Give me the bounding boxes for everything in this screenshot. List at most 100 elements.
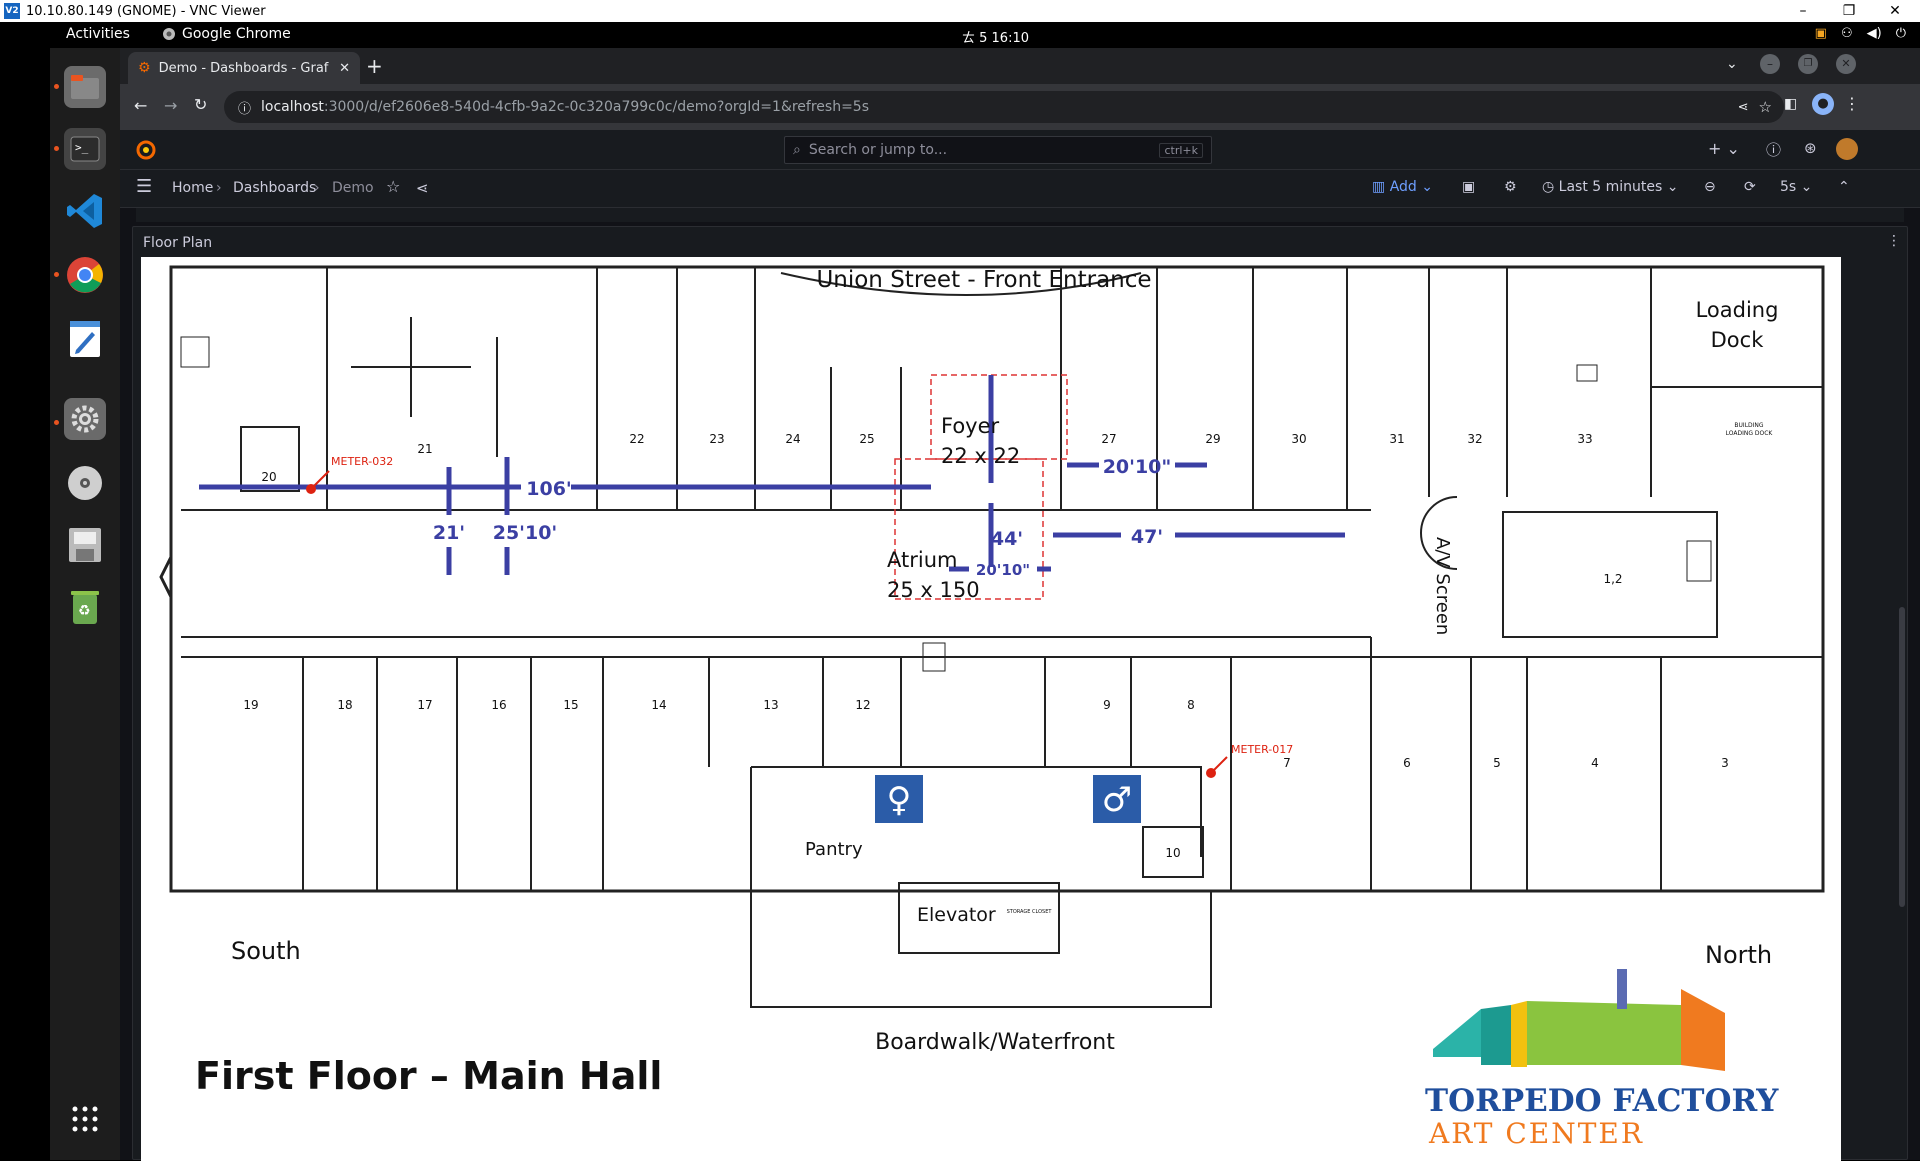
room-19: 19: [243, 698, 258, 712]
app-menu[interactable]: Google Chrome: [162, 26, 291, 42]
settings-icon[interactable]: [64, 398, 106, 440]
breadcrumb-separator-icon: ›: [314, 180, 320, 196]
forward-icon[interactable]: →: [164, 96, 177, 115]
search-icon: ⌕: [793, 142, 801, 158]
atrium-label: Atrium: [887, 548, 957, 572]
room-14: 14: [651, 698, 666, 712]
tab-close-icon[interactable]: ✕: [339, 61, 350, 76]
side-panel-icon[interactable]: ◧: [1784, 96, 1797, 112]
clock-icon: ◷: [1542, 179, 1559, 195]
window-restore-icon[interactable]: ❐: [1798, 54, 1818, 74]
panel-title: Floor Plan: [143, 235, 213, 251]
building-loading-dock-label-2: LOADING DOCK: [1726, 430, 1774, 437]
back-icon[interactable]: ←: [134, 96, 147, 115]
disc-icon[interactable]: [64, 462, 106, 504]
minimize-icon[interactable]: –: [1780, 0, 1826, 22]
vnc-logo-icon: V2: [4, 3, 20, 19]
gnome-top-bar: Activities Google Chrome ㄊ 5 16:10 ▣ ⚇ ◀…: [0, 22, 1920, 48]
floor-plan-panel: Floor Plan ⋮ ♀ ♂ Union Street - Front En…: [132, 226, 1908, 1161]
system-tray[interactable]: ▣ ⚇ ◀) ⏻: [1815, 26, 1906, 41]
building-loading-dock-label-1: BUILDING: [1734, 422, 1763, 429]
reload-icon[interactable]: ↻: [194, 95, 207, 114]
room-30: 30: [1291, 432, 1306, 446]
restore-icon[interactable]: ❐: [1826, 0, 1872, 22]
window-minimize-icon[interactable]: –: [1760, 54, 1780, 74]
text-editor-icon[interactable]: [64, 318, 106, 360]
time-range-picker[interactable]: ◷ Last 5 minutes ⌄: [1542, 179, 1679, 195]
vnc-window-title: 10.10.80.149 (GNOME) - VNC Viewer: [26, 3, 266, 19]
share-icon[interactable]: ⋖: [1738, 100, 1749, 115]
room-29: 29: [1205, 432, 1220, 446]
tab-demo-dashboard[interactable]: ⚙ Demo - Dashboards - Graf ✕: [128, 52, 360, 84]
bookmark-star-icon[interactable]: ☆: [1759, 98, 1772, 116]
running-indicator: [54, 84, 59, 89]
site-info-icon[interactable]: ⓘ: [238, 98, 251, 117]
news-feed-icon[interactable]: ⊛: [1804, 139, 1817, 157]
breadcrumb-dashboards[interactable]: Dashboards: [233, 180, 316, 196]
clock[interactable]: ㄊ 5 16:10: [962, 27, 1029, 46]
tab-title: Demo - Dashboards - Graf: [158, 60, 329, 76]
new-plus-icon[interactable]: + ⌄: [1708, 139, 1740, 158]
chrome-dock-icon[interactable]: [64, 254, 106, 296]
help-icon[interactable]: ⓘ: [1766, 139, 1781, 160]
breadcrumb-separator-icon: ›: [216, 180, 222, 196]
menu-icon[interactable]: ☰: [136, 176, 152, 197]
chrome-menu-icon[interactable]: ⋮: [1844, 94, 1860, 113]
files-icon[interactable]: [64, 66, 106, 108]
breadcrumb-home[interactable]: Home: [172, 180, 213, 196]
vnc-title-bar: V2 10.10.80.149 (GNOME) - VNC Viewer – ❐…: [0, 0, 1920, 22]
zoom-out-icon[interactable]: ⊖: [1704, 179, 1716, 195]
previous-panel-edge: [136, 208, 1904, 222]
room-24: 24: [785, 432, 800, 446]
grafana-logo-icon[interactable]: [136, 140, 156, 160]
activities-button[interactable]: Activities: [66, 26, 130, 42]
search-input[interactable]: ⌕ Search or jump to... ctrl+k: [784, 136, 1212, 164]
room-33: 33: [1577, 432, 1592, 446]
bottom-room-numbers: 19 18 17 16 15 14 13 12 9 8 7 6 5 4 3 10: [243, 698, 1728, 860]
new-tab-icon[interactable]: +: [366, 54, 383, 78]
room-15: 15: [563, 698, 578, 712]
floppy-icon[interactable]: [64, 524, 106, 566]
app-grid-icon[interactable]: [64, 1098, 106, 1140]
close-icon[interactable]: ✕: [1872, 0, 1918, 22]
refresh-interval-picker[interactable]: 5s ⌄: [1780, 179, 1812, 195]
trash-icon[interactable]: ♻: [64, 586, 106, 628]
dimension-106: 106': [526, 478, 571, 500]
panel-scrollbar[interactable]: [1899, 607, 1905, 907]
profile-avatar-icon[interactable]: ●: [1812, 93, 1834, 115]
favorite-star-icon[interactable]: ☆: [386, 177, 400, 196]
url-host: localhost: [261, 99, 324, 115]
volume-icon[interactable]: ◀): [1867, 26, 1882, 41]
tab-search-icon[interactable]: ⌄: [1726, 56, 1738, 72]
vscode-icon[interactable]: [64, 190, 106, 232]
add-button[interactable]: ▥ Add ⌄: [1372, 179, 1433, 195]
room-7: 7: [1283, 756, 1291, 770]
power-icon[interactable]: ⏻: [1896, 26, 1906, 41]
dimension-lines: [199, 375, 1345, 575]
room-5: 5: [1493, 756, 1501, 770]
collapse-header-icon[interactable]: ⌃: [1838, 179, 1850, 195]
elevator-label: Elevator: [917, 904, 996, 926]
tab-strip: ⚙ Demo - Dashboards - Graf ✕ + ⌄ – ❐ ✕: [120, 48, 1920, 84]
logo-line-1: TORPEDO FACTORY: [1425, 1083, 1779, 1119]
panel-menu-icon[interactable]: ⋮: [1887, 233, 1901, 249]
room-1-2: 1,2: [1603, 572, 1622, 586]
dimension-47: 47': [1131, 526, 1163, 548]
running-indicator: [54, 272, 59, 277]
room-18: 18: [337, 698, 352, 712]
torpedo-factory-logo-icon: [1433, 969, 1725, 1071]
terminal-icon[interactable]: >_: [64, 128, 106, 170]
omnibox[interactable]: ⓘ localhost:3000/d/ef2606e8-540d-4cfb-9a…: [224, 91, 1784, 123]
notification-icon[interactable]: ▣: [1815, 26, 1827, 41]
share-dashboard-icon[interactable]: ⋖: [416, 179, 429, 197]
refresh-icon[interactable]: ⟳: [1744, 179, 1756, 195]
save-dashboard-icon[interactable]: ▣: [1462, 179, 1475, 195]
pantry-label: Pantry: [805, 839, 863, 860]
user-avatar[interactable]: [1836, 138, 1858, 160]
window-close-icon[interactable]: ✕: [1836, 54, 1856, 74]
network-icon[interactable]: ⚇: [1841, 26, 1853, 41]
foyer-label: Foyer: [941, 414, 1000, 438]
dashboard-settings-icon[interactable]: ⚙: [1504, 179, 1517, 195]
svg-text:♻: ♻: [78, 603, 91, 619]
breadcrumb-demo: Demo: [332, 180, 374, 196]
